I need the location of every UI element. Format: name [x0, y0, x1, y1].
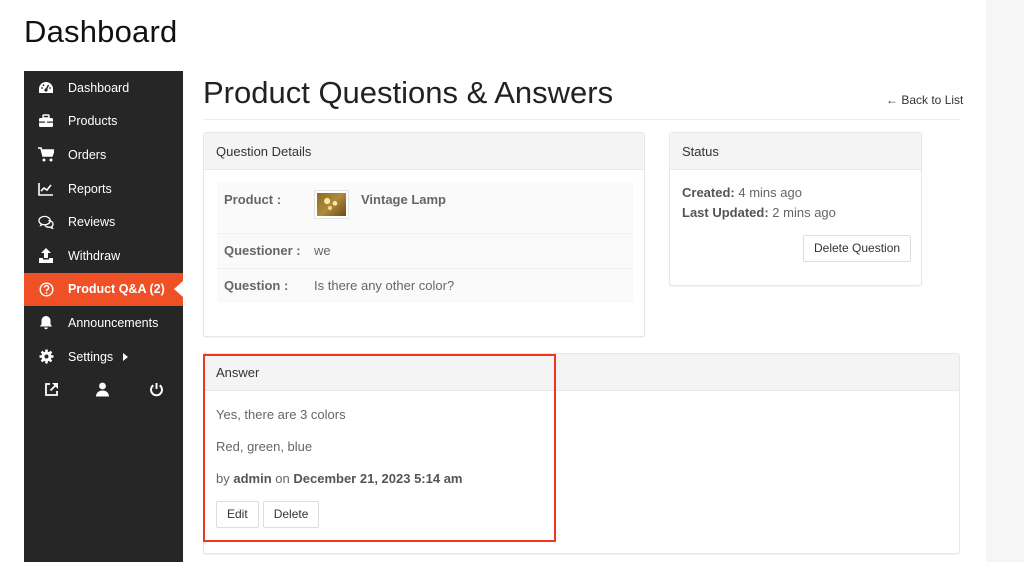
sidebar-item-product-qa[interactable]: Product Q&A (2)	[24, 272, 183, 307]
external-link-icon[interactable]	[44, 382, 60, 398]
product-label: Product :	[224, 192, 282, 207]
question-circle-icon	[38, 281, 54, 297]
question-label: Question :	[224, 278, 289, 293]
answer-date: December 21, 2023 5:14 am	[293, 471, 463, 486]
page-heading: Dashboard	[24, 14, 178, 49]
dashboard-gauge-icon	[38, 80, 54, 96]
settings-label: Settings	[68, 349, 114, 364]
delete-question-button[interactable]: Delete Question	[803, 235, 912, 262]
product-thumbnail[interactable]	[314, 190, 349, 219]
answer-author: admin	[233, 471, 272, 486]
answer-body: Yes, there are 3 colors Red, green, blue…	[204, 391, 959, 512]
created-value: 4 mins ago	[738, 185, 802, 200]
answer-actions: Edit Delete	[216, 501, 320, 528]
answer-panel: Answer Yes, there are 3 colors Red, gree…	[203, 353, 960, 554]
sidebar-item-withdraw[interactable]: Withdraw	[24, 239, 183, 273]
sidebar-item-settings[interactable]: Settings	[24, 340, 183, 374]
content-title: Product Questions & Answers	[203, 75, 614, 110]
questioner-label: Questioner :	[224, 243, 301, 258]
answer-meta: by admin on December 21, 2023 5:14 am	[216, 470, 947, 488]
line-chart-icon	[38, 181, 54, 197]
question-details-panel: Question Details Product : Vintage Lamp …	[203, 132, 645, 337]
status-body: Created: 4 mins ago Last Updated: 2 mins…	[670, 170, 921, 223]
status-heading: Status	[670, 133, 921, 170]
answer-line: Yes, there are 3 colors	[216, 407, 346, 422]
on-text: on	[275, 471, 290, 486]
delete-answer-button[interactable]: Delete	[262, 501, 320, 528]
bell-icon	[38, 315, 54, 331]
page-right-gutter	[986, 0, 1024, 562]
table-row: Product : Vintage Lamp	[217, 182, 633, 234]
created-line: Created: 4 mins ago	[682, 183, 909, 203]
by-prefix: by	[216, 471, 230, 486]
table-row: Question : Is there any other color?	[217, 269, 633, 303]
answer-line: Red, green, blue	[216, 439, 313, 454]
sidebar-item-announcements[interactable]: Announcements	[24, 306, 183, 340]
sidebar-item-label: Announcements	[68, 315, 159, 330]
power-icon[interactable]	[149, 382, 165, 398]
back-to-list-link[interactable]: ← Back to List	[886, 93, 963, 107]
product-name-link[interactable]: Vintage Lamp	[361, 191, 446, 209]
status-panel: Status Created: 4 mins ago Last Updated:…	[669, 132, 922, 286]
sidebar-item-label: Orders	[68, 147, 107, 162]
sidebar-item-reviews[interactable]: Reviews	[24, 205, 183, 239]
updated-line: Last Updated: 2 mins ago	[682, 203, 909, 223]
question-details-heading: Question Details	[204, 133, 644, 170]
sidebar-bottom-actions	[24, 373, 183, 407]
upload-icon	[38, 248, 54, 264]
updated-value: 2 mins ago	[772, 205, 836, 220]
updated-label: Last Updated:	[682, 205, 769, 220]
sidebar-item-label: Settings	[68, 349, 129, 364]
sidebar-item-label: Reports	[68, 181, 112, 196]
questioner-value: we	[314, 243, 331, 258]
sidebar-item-label: Products	[68, 114, 118, 129]
sidebar-item-products[interactable]: Products	[24, 105, 183, 139]
comments-icon	[38, 214, 54, 230]
question-details-table: Product : Vintage Lamp Questioner : we Q…	[217, 182, 633, 303]
table-row: Questioner : we	[217, 234, 633, 269]
created-label: Created:	[682, 185, 735, 200]
user-icon[interactable]	[95, 382, 111, 398]
edit-answer-button[interactable]: Edit	[216, 501, 259, 528]
title-divider	[203, 119, 960, 120]
product-image	[317, 193, 346, 216]
sidebar-item-label: Dashboard	[68, 80, 130, 95]
gear-icon	[38, 349, 54, 365]
sidebar-item-orders[interactable]: Orders	[24, 138, 183, 172]
sidebar-item-label: Reviews	[68, 215, 116, 230]
sidebar-nav: Dashboard Products Orders Reports Review…	[24, 71, 183, 562]
briefcase-icon	[38, 113, 54, 129]
sidebar-item-label: Product Q&A (2)	[68, 282, 165, 297]
product-value: Vintage Lamp	[314, 190, 633, 219]
sidebar-item-label: Withdraw	[68, 248, 121, 263]
caret-right-icon	[123, 353, 129, 362]
shopping-cart-icon	[38, 147, 54, 163]
answer-heading: Answer	[204, 354, 959, 391]
sidebar-item-dashboard[interactable]: Dashboard	[24, 71, 183, 105]
question-value: Is there any other color?	[314, 278, 455, 293]
sidebar-item-reports[interactable]: Reports	[24, 172, 183, 206]
